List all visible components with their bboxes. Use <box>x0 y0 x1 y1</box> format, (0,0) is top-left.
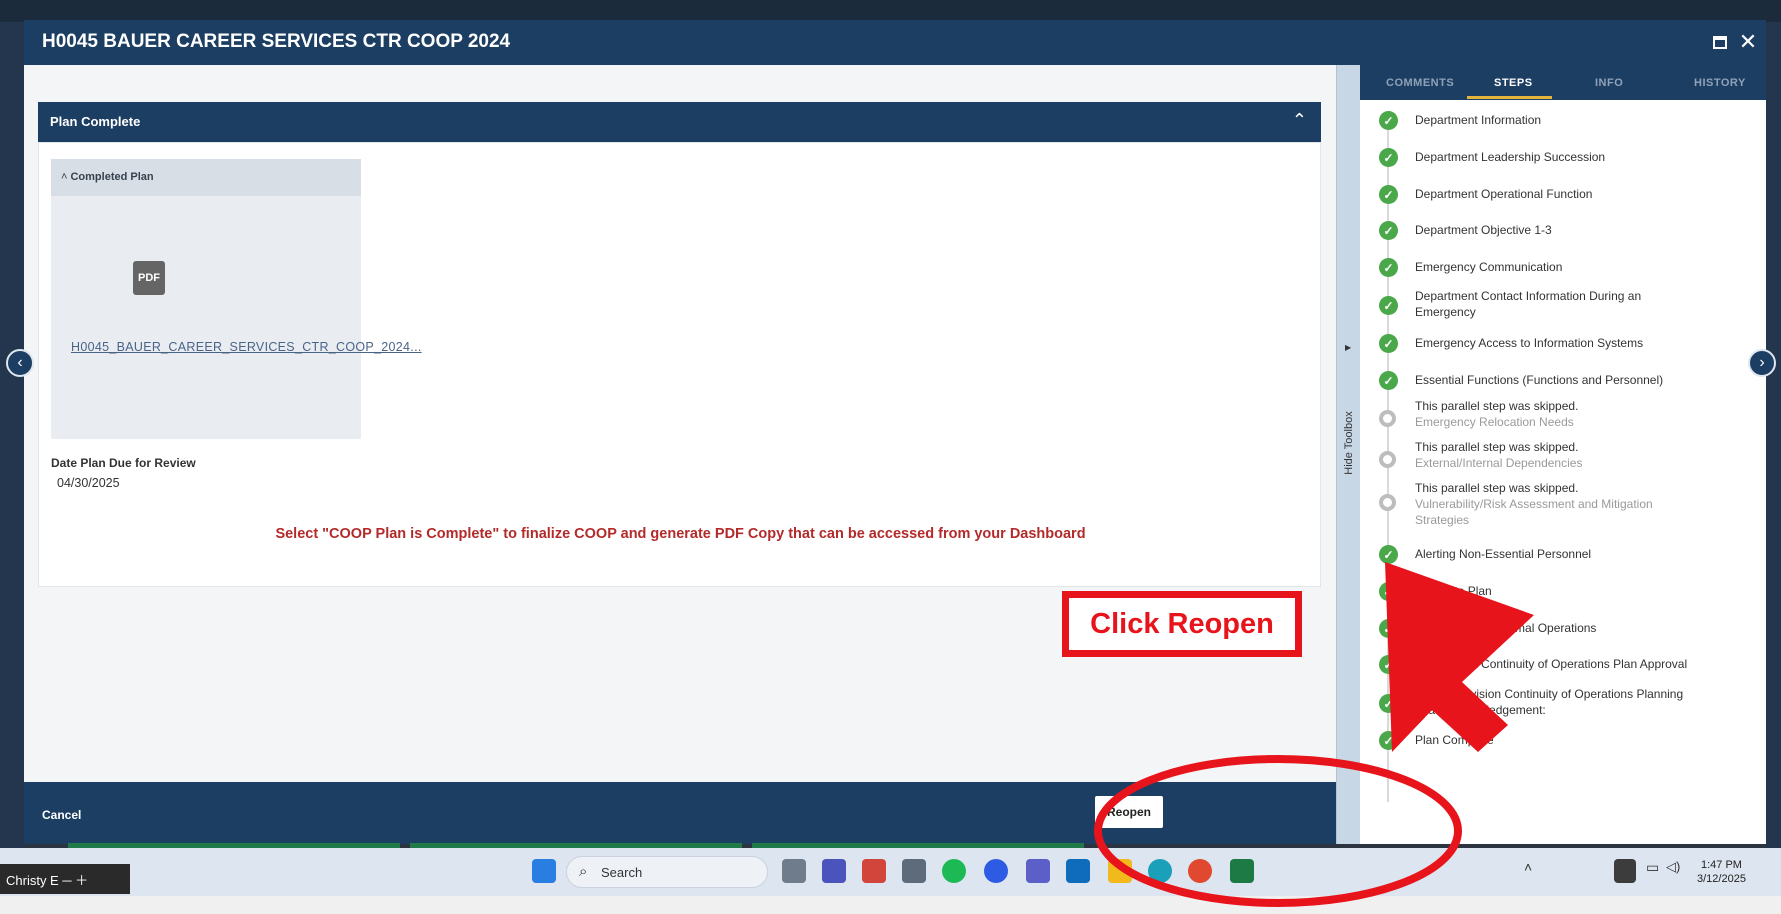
caret-right-icon: ▶ <box>1345 343 1352 352</box>
completed-plan-card: ˄ Completed Plan PDF H0045_BAUER_CAREER_… <box>51 159 421 439</box>
tab-comments[interactable]: COMMENTS <box>1386 77 1454 89</box>
bottom-strip <box>0 896 1781 914</box>
section-title: Plan Complete <box>50 114 141 129</box>
check-icon: ✓ <box>1379 582 1398 601</box>
excel-icon[interactable] <box>1230 859 1254 883</box>
section-header-plan-complete[interactable]: Plan Complete ⌃ <box>38 102 1321 142</box>
windows-taskbar: ⌕ Search ˄ ▭ ◁) 1:47 PM 3/12/2025 <box>0 848 1781 896</box>
display-icon[interactable]: ▭ <box>1646 859 1662 883</box>
microphone-icon[interactable] <box>1614 859 1636 883</box>
check-icon: ✓ <box>1379 185 1398 204</box>
hide-toolbox-toggle[interactable]: ▶ Hide Toolbox <box>1336 65 1360 844</box>
previous-arrow-button[interactable]: ‹ <box>6 349 34 377</box>
cancel-button[interactable]: Cancel <box>42 808 81 822</box>
annotation-callout: Click Reopen <box>1062 591 1302 657</box>
due-date-value: 04/30/2025 <box>57 476 120 490</box>
next-arrow-button[interactable]: › <box>1748 349 1776 377</box>
tab-history[interactable]: HISTORY <box>1694 77 1746 89</box>
modal-header: H0045 BAUER CAREER SERVICES CTR COOP 202… <box>24 20 1766 65</box>
edge-browser-icon[interactable] <box>1148 859 1172 883</box>
chrome-icon[interactable] <box>1188 859 1212 883</box>
check-icon: ✓ <box>1379 655 1398 674</box>
skipped-step-icon <box>1379 494 1396 511</box>
tab-info[interactable]: INFO <box>1595 77 1623 89</box>
snipping-tool-icon[interactable] <box>862 859 886 883</box>
check-icon: ✓ <box>1379 731 1398 750</box>
plan-content-pane: Plan Complete ⌃ ˄ Completed Plan PDF H00… <box>24 65 1336 782</box>
check-icon: ✓ <box>1379 371 1398 390</box>
pdf-download-link[interactable]: H0045_BAUER_CAREER_SERVICES_CTR_COOP_202… <box>71 339 421 356</box>
check-icon: ✓ <box>1379 258 1398 277</box>
coop-plan-modal: H0045 BAUER CAREER SERVICES CTR COOP 202… <box>24 20 1766 844</box>
check-icon: ✓ <box>1379 111 1398 130</box>
instruction-text: Select "COOP Plan is Complete" to finali… <box>275 526 1086 542</box>
card-title: Completed Plan <box>70 171 154 183</box>
completed-plan-card-header[interactable]: ˄ Completed Plan <box>51 159 361 196</box>
maximize-icon[interactable] <box>1708 30 1732 54</box>
check-icon: ✓ <box>1379 545 1398 564</box>
user-chip[interactable]: Christy E ─ ＋ <box>0 864 130 894</box>
pdf-icon[interactable]: PDF <box>133 261 165 295</box>
outlook-icon[interactable] <box>1066 859 1090 883</box>
folder-icon[interactable] <box>1108 859 1132 883</box>
check-icon: ✓ <box>1379 148 1398 167</box>
steps-list: ✓ Department Information ✓ Department Lead… <box>1360 100 1766 802</box>
tab-steps[interactable]: STEPS <box>1494 77 1533 89</box>
check-icon: ✓ <box>1379 334 1398 353</box>
teams-icon[interactable] <box>1026 859 1050 883</box>
zoom-icon[interactable] <box>984 859 1008 883</box>
skipped-step-icon <box>1379 451 1396 468</box>
file-explorer-icon[interactable] <box>782 859 806 883</box>
background-right-strip <box>1765 22 1781 862</box>
calculator-icon[interactable] <box>902 859 926 883</box>
skipped-step-icon <box>1379 410 1396 427</box>
check-icon: ✓ <box>1379 619 1398 638</box>
windows-start-icon[interactable] <box>532 859 556 883</box>
spotify-icon[interactable] <box>942 859 966 883</box>
modal-title: H0045 BAUER CAREER SERVICES CTR COOP 202… <box>42 31 511 52</box>
section-body: ˄ Completed Plan PDF H0045_BAUER_CAREER_… <box>38 142 1321 587</box>
check-icon: ✓ <box>1379 221 1398 240</box>
active-tab-indicator <box>1467 96 1552 99</box>
chevron-up-icon[interactable]: ⌃ <box>1292 110 1307 131</box>
background-left-strip <box>0 22 24 862</box>
meeting-app-icon[interactable] <box>822 859 846 883</box>
background-app-topbar <box>0 0 1781 22</box>
system-clock[interactable]: 1:47 PM 3/12/2025 <box>1697 858 1746 886</box>
close-icon[interactable]: ✕ <box>1736 29 1760 54</box>
modal-footer: Cancel Reopen <box>24 782 1336 844</box>
check-icon: ✓ <box>1379 694 1398 713</box>
check-icon: ✓ <box>1379 296 1398 315</box>
toolbox-pane: COMMENTS STEPS INFO HISTORY ✓ Department … <box>1360 65 1766 844</box>
chevron-up-tray-icon[interactable]: ˄ <box>1524 859 1540 883</box>
taskbar-search[interactable]: ⌕ Search <box>566 856 768 888</box>
search-icon: ⌕ <box>579 863 588 880</box>
toolbox-tabs: COMMENTS STEPS INFO HISTORY <box>1360 65 1766 100</box>
due-date-label: Date Plan Due for Review <box>51 456 196 470</box>
reopen-button[interactable]: Reopen <box>1095 796 1163 828</box>
volume-icon[interactable]: ◁) <box>1666 859 1682 883</box>
hide-toolbox-label: Hide Toolbox <box>1343 411 1355 475</box>
